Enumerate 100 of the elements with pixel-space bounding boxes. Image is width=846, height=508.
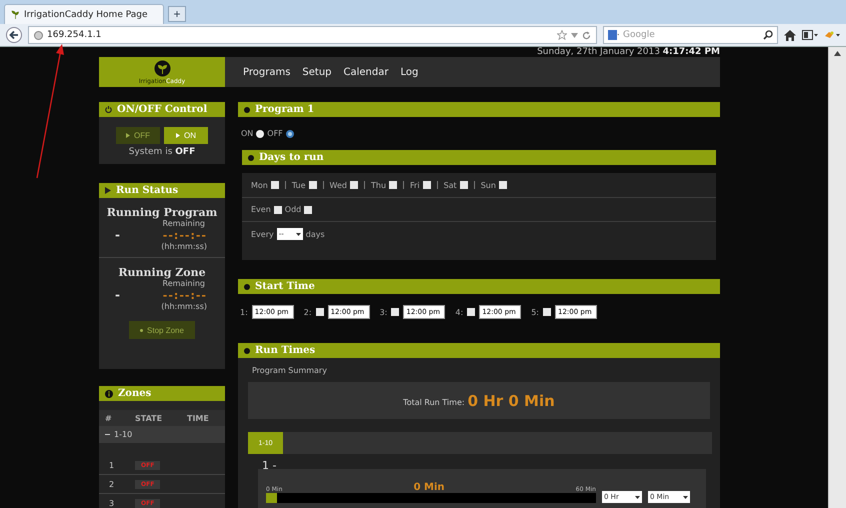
slot-checkbox[interactable] <box>391 308 400 316</box>
radio-button[interactable] <box>286 130 294 138</box>
section-header: Program 1 <box>238 102 720 117</box>
section-title: Running Zone <box>118 266 206 279</box>
bullet-icon <box>244 106 250 112</box>
slot-checkbox[interactable] <box>542 308 551 316</box>
zone-title: 1 - <box>262 459 278 472</box>
extension-icon[interactable] <box>824 30 840 40</box>
timer: --:--:-- <box>162 228 207 242</box>
browser-tab[interactable]: IrrigationCaddy Home Page <box>4 4 164 24</box>
total-label: Total Run Time: <box>403 398 465 407</box>
section-header: ON/OFF Control <box>99 102 225 117</box>
zone-number: 3 <box>108 498 116 508</box>
days-label: days <box>306 230 325 238</box>
search-engine-icon <box>608 30 619 40</box>
collapse-icon <box>105 432 110 437</box>
power-icon <box>105 106 112 113</box>
time-format: (hh:mm:ss) <box>161 242 207 251</box>
caret-down-icon <box>635 496 640 498</box>
sprout-icon <box>154 60 170 76</box>
day-checkbox[interactable] <box>422 181 431 189</box>
day-label: Fri <box>410 180 420 190</box>
timer: --:--:-- <box>162 288 207 302</box>
system-status: System is OFF <box>128 147 196 157</box>
day-label: Sun <box>480 180 496 190</box>
reload-icon[interactable] <box>582 30 591 40</box>
nav-link[interactable]: Programs <box>243 66 290 78</box>
scrollbar[interactable] <box>828 47 846 508</box>
parity-label: Odd <box>284 205 302 214</box>
nav-link[interactable]: Log <box>400 66 418 78</box>
status-value: - <box>115 228 120 242</box>
day-checkbox[interactable] <box>308 181 317 189</box>
section-title: Running Program <box>106 206 218 219</box>
section-header: Run Times <box>238 343 720 358</box>
bookmarks-icon[interactable] <box>802 30 818 40</box>
status-value: - <box>115 288 120 302</box>
nav-link[interactable]: Setup <box>302 66 332 78</box>
slot-label: 1: <box>240 308 248 316</box>
section-header: Run Status <box>99 183 225 198</box>
star-icon[interactable] <box>557 30 567 40</box>
info-icon <box>105 390 113 398</box>
day-label: Mon <box>251 180 268 190</box>
slot-label: 5: <box>531 308 539 316</box>
radio-label: OFF <box>267 129 283 138</box>
scroll-up-icon[interactable] <box>834 51 841 56</box>
new-tab-button[interactable]: + <box>168 6 186 22</box>
day-label: Tue <box>292 180 306 190</box>
day-label: Thu <box>371 180 386 190</box>
run-time-slider[interactable] <box>266 493 596 503</box>
zone-group-row[interactable]: 1-10 <box>99 426 225 443</box>
slot-label: 2: <box>304 308 312 316</box>
remaining-label: Remaining <box>162 279 205 288</box>
address-bar[interactable]: 169.254.1.1 <box>28 26 597 44</box>
date-time: Sunday, 27th January 2013 4:17:42 PM <box>537 47 720 57</box>
section-header: Start Time <box>238 279 720 294</box>
radio-label: ON <box>241 129 254 138</box>
section-header: Zones <box>99 386 225 401</box>
slider-thumb[interactable] <box>266 493 277 503</box>
time-format: (hh:mm:ss) <box>161 302 207 311</box>
day-checkbox[interactable] <box>389 181 398 189</box>
section-header: Days to run <box>242 150 716 165</box>
slot-checkbox[interactable] <box>467 308 476 316</box>
home-icon[interactable] <box>784 30 796 40</box>
day-checkbox[interactable] <box>498 181 507 189</box>
play-icon <box>105 187 111 194</box>
parity-checkbox[interactable] <box>274 206 282 214</box>
toggle-button[interactable]: OFF <box>116 127 160 144</box>
slot-label: 3: <box>380 308 388 316</box>
bullet-icon <box>244 284 250 290</box>
slot-checkbox[interactable] <box>316 308 324 316</box>
total-value: 0 Hr 0 Min <box>468 392 555 410</box>
nav-link[interactable]: Calendar <box>344 66 388 78</box>
every-label: Every <box>251 230 274 238</box>
day-label: Sat <box>444 180 457 190</box>
day-checkbox[interactable] <box>460 181 468 189</box>
dropdown-icon[interactable] <box>571 32 578 38</box>
bullet-icon <box>244 348 250 354</box>
radio-button[interactable] <box>256 130 264 138</box>
bullet-icon <box>248 154 254 160</box>
slot-label: 4: <box>455 308 464 316</box>
summary-legend: Program Summary <box>252 366 720 375</box>
caret-icon <box>176 133 180 138</box>
column-header: TIME <box>187 414 209 422</box>
back-icon[interactable] <box>6 27 22 43</box>
remaining-label: Remaining <box>162 219 205 228</box>
day-checkbox[interactable] <box>270 181 279 189</box>
parity-label: Even <box>251 205 271 214</box>
day-checkbox[interactable] <box>350 181 358 189</box>
caret-icon <box>126 133 130 138</box>
caret-down-icon <box>683 496 688 498</box>
parity-checkbox[interactable] <box>304 206 312 214</box>
dot-icon <box>140 328 144 332</box>
zone-number: 2 <box>108 480 116 488</box>
day-label: Wed <box>330 180 347 190</box>
zone-number: 1 <box>108 460 116 470</box>
globe-icon <box>34 30 43 40</box>
caret-down-icon <box>296 232 301 236</box>
sprout-icon <box>11 10 20 19</box>
run-time-value: 0 Min <box>414 482 445 493</box>
search-icon[interactable] <box>763 30 773 40</box>
